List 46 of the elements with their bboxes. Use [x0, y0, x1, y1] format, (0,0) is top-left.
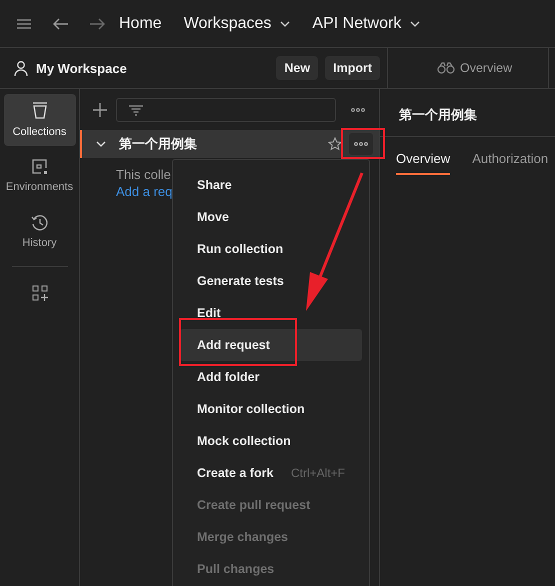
- menu-item[interactable]: Run collection: [180, 233, 362, 265]
- workspace-button[interactable]: Import: [325, 56, 380, 80]
- more-button[interactable]: [349, 133, 373, 155]
- menu-item[interactable]: Edit: [180, 297, 362, 329]
- menu-item[interactable]: Move: [180, 201, 362, 233]
- search-field[interactable]: [116, 98, 336, 122]
- add-widget-icon[interactable]: [32, 285, 48, 301]
- collection-title: 第一个用例集: [380, 89, 555, 137]
- menu-item[interactable]: Create a fork Ctrl+Alt+F: [180, 457, 362, 489]
- binoculars-icon: [437, 62, 455, 74]
- annotation-box: [341, 128, 385, 159]
- menu-item[interactable]: Share: [180, 169, 362, 201]
- tab[interactable]: Overview: [396, 151, 450, 175]
- nav-link[interactable]: API Network: [312, 14, 420, 32]
- workspace-name: My Workspace: [36, 60, 127, 76]
- workspace-button[interactable]: New: [276, 56, 318, 80]
- more-icon: [354, 142, 368, 146]
- filter-icon: [129, 104, 143, 116]
- menu-icon[interactable]: [17, 18, 31, 28]
- menu-item[interactable]: Add request: [180, 329, 362, 361]
- sidebar-item[interactable]: Collections: [4, 94, 76, 146]
- tab[interactable]: Authorization: [472, 151, 548, 175]
- menu-item[interactable]: Generate tests: [180, 265, 362, 297]
- user-icon: [13, 60, 29, 76]
- forward-arrow-icon[interactable]: [89, 18, 105, 30]
- shortcut-label: Ctrl+Alt+F: [290, 466, 345, 480]
- menu-item[interactable]: Monitor collection: [180, 393, 362, 425]
- star-icon[interactable]: [328, 137, 342, 151]
- collection-row[interactable]: 第一个用例集: [80, 130, 379, 158]
- add-request-link[interactable]: Add a req: [116, 184, 172, 199]
- empty-message: This colle: [116, 167, 171, 182]
- history-icon: [31, 215, 48, 231]
- chevron-down-icon: [96, 141, 106, 147]
- nav-link[interactable]: Workspaces: [184, 14, 290, 32]
- menu-item[interactable]: Mock collection: [180, 425, 362, 457]
- trash-can-icon: [32, 102, 48, 120]
- collection-name: 第一个用例集: [119, 135, 197, 153]
- back-arrow-icon[interactable]: [53, 18, 69, 30]
- overview-tab[interactable]: Overview: [437, 61, 512, 75]
- sidebar-item[interactable]: Environments: [4, 150, 76, 202]
- menu-item[interactable]: Add folder: [180, 361, 362, 393]
- more-icon[interactable]: [351, 108, 365, 112]
- sidebar-item[interactable]: History: [4, 206, 76, 258]
- nav-link[interactable]: Home: [119, 14, 162, 32]
- add-icon[interactable]: [93, 103, 107, 117]
- environment-icon: [32, 159, 48, 175]
